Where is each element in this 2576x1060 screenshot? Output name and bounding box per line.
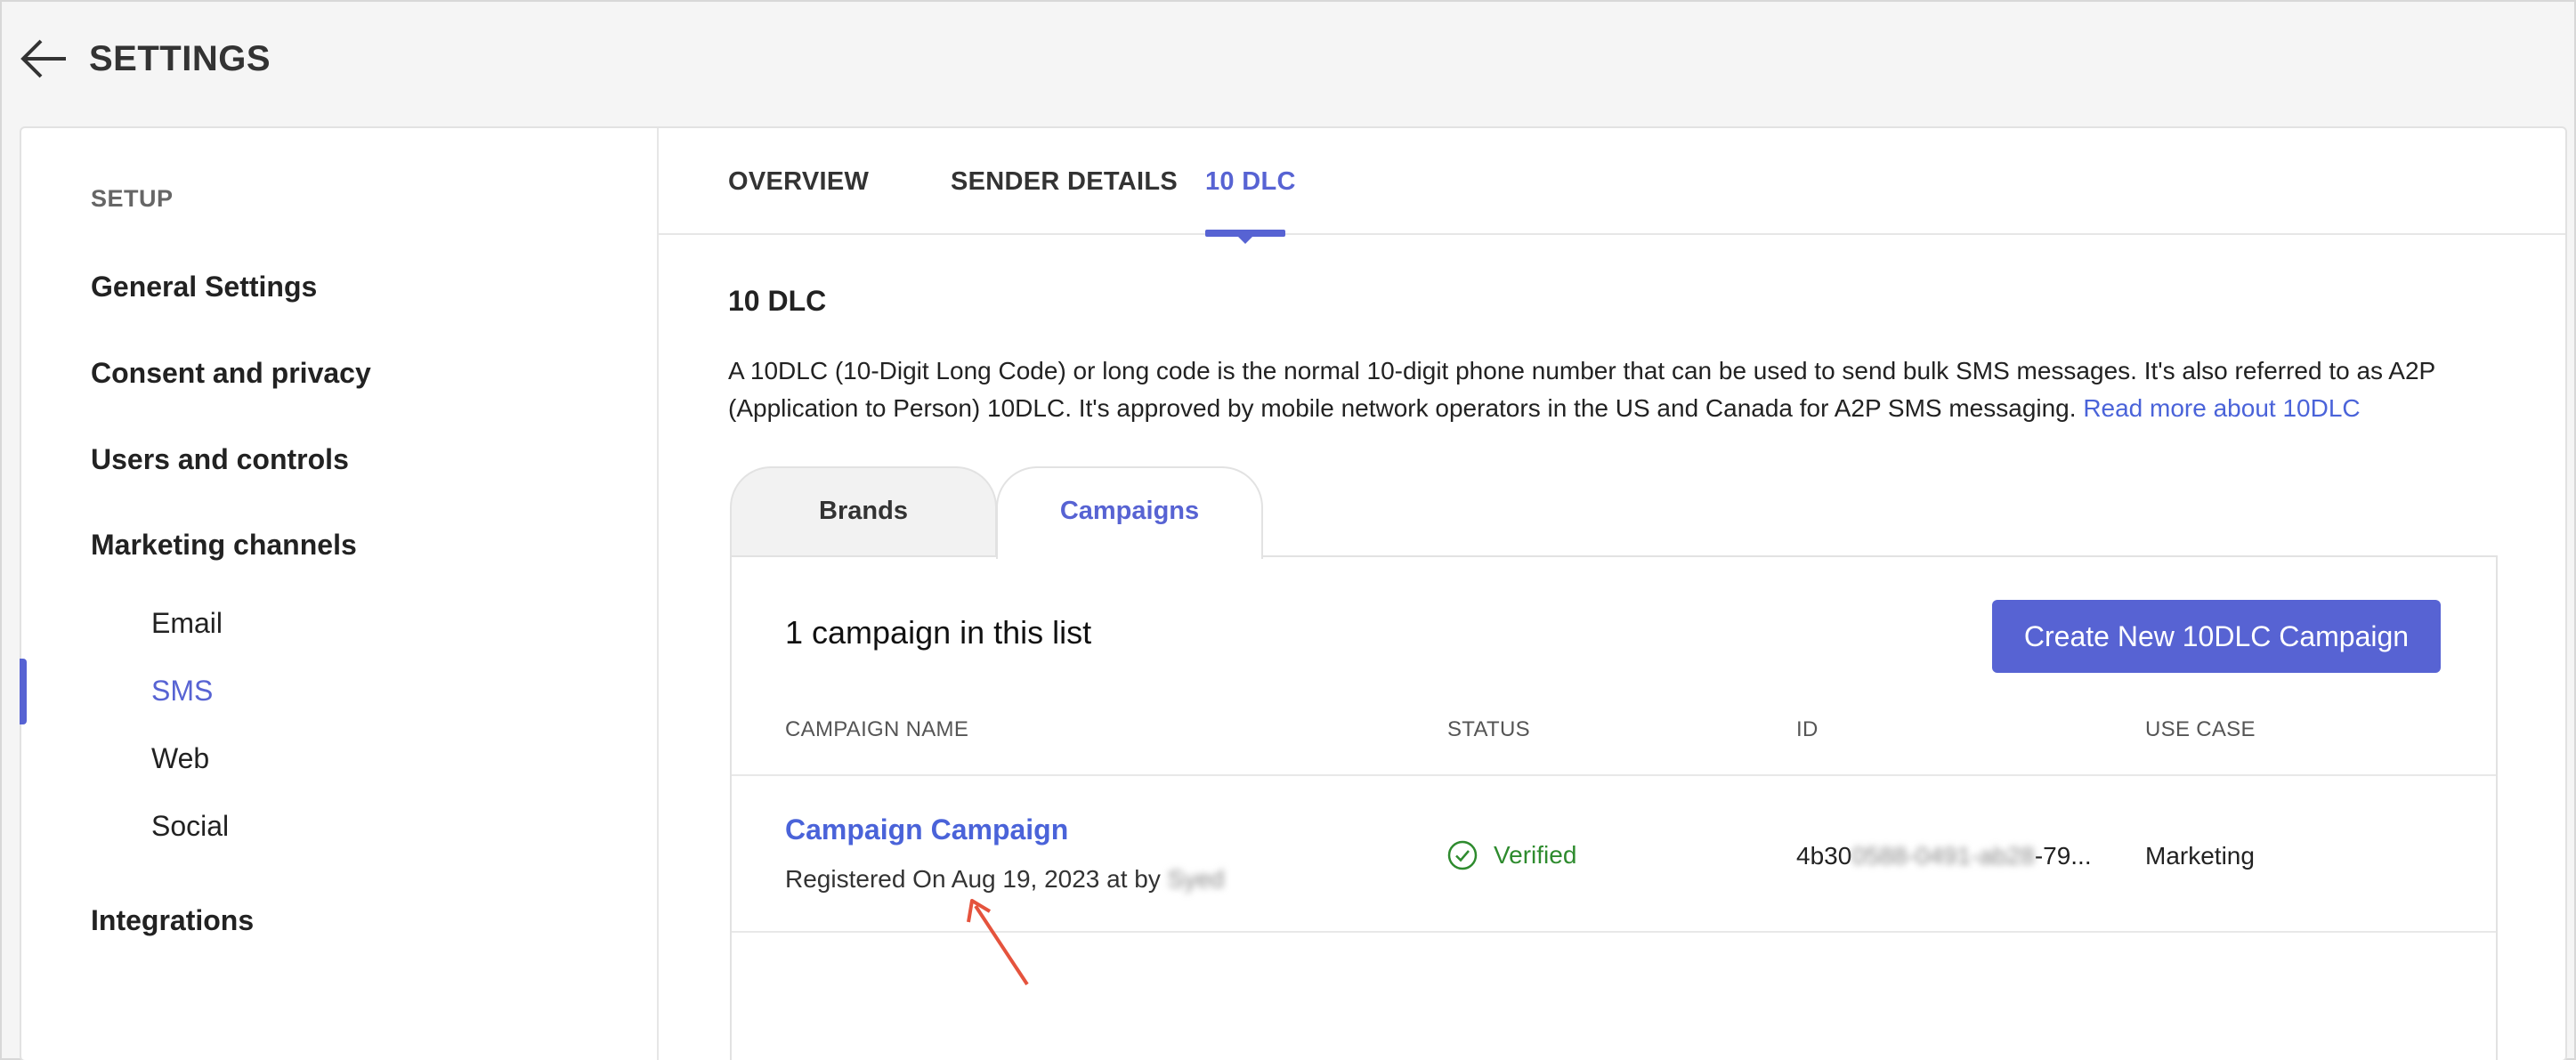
sidebar-item-marketing-channels[interactable]: Marketing channels [91,529,357,562]
section-description: A 10DLC (10-Digit Long Code) or long cod… [728,352,2562,427]
subtab-brands[interactable]: Brands [730,466,997,557]
column-header-status: STATUS [1447,717,1530,741]
tab-overview[interactable]: OVERVIEW [728,167,869,197]
sidebar-heading: SETUP [91,185,174,212]
read-more-link[interactable]: Read more about 10DLC [2083,394,2360,422]
sidebar-item-integrations[interactable]: Integrations [91,904,254,937]
settings-card: SETUP General Settings Consent and priva… [20,126,2567,1060]
campaign-count: 1 campaign in this list [785,614,1092,651]
id-end: -79... [2034,842,2092,870]
column-header-campaign-name: CAMPAIGN NAME [785,717,969,741]
campaign-id: 4b300588-0491-ab28-79... [1796,842,2092,870]
section-title: 10 DLC [728,285,827,317]
status-text: Verified [1494,841,1577,869]
sidebar-item-consent-and-privacy[interactable]: Consent and privacy [91,357,371,390]
id-start: 4b30 [1796,842,1852,870]
tab-10-dlc[interactable]: 10 DLC [1205,167,1296,197]
registered-text: Registered On Aug 19, 2023 at by [785,865,1161,893]
page-title: SETTINGS [89,39,271,78]
sidebar-item-web[interactable]: Web [151,742,209,775]
id-blurred: 0588-0491-ab28 [1851,842,2035,870]
create-campaign-button[interactable]: Create New 10DLC Campaign [1992,600,2441,673]
status-badge: Verified [1447,840,1576,870]
main-content: OVERVIEW SENDER DETAILS 10 DLC 10 DLC A … [659,128,2565,1060]
sidebar-item-general-settings[interactable]: General Settings [91,271,317,303]
settings-page: SETTINGS SETUP General Settings Consent … [0,0,2576,1060]
header-divider [732,774,2496,776]
active-indicator [20,659,27,724]
column-header-use-case: USE CASE [2145,717,2256,741]
check-circle-icon [1447,840,1478,870]
sidebar: SETUP General Settings Consent and priva… [20,128,659,1060]
sidebar-item-social[interactable]: Social [151,810,229,843]
registered-info: Registered On Aug 19, 2023 at by Syed [785,865,1224,894]
sidebar-item-email[interactable]: Email [151,607,223,640]
active-tab-caret [1236,235,1254,244]
sidebar-item-sms[interactable]: SMS [151,675,213,708]
back-arrow-icon[interactable] [20,37,68,80]
campaign-name-link[interactable]: Campaign Campaign [785,813,1068,846]
use-case: Marketing [2145,842,2255,870]
annotation-arrow-icon [967,899,1029,986]
column-header-id: ID [1796,717,1819,741]
sidebar-item-users-and-controls[interactable]: Users and controls [91,443,349,476]
registered-by-blurred: Syed [1167,865,1225,893]
tab-sender-details[interactable]: SENDER DETAILS [951,167,1178,197]
subtab-campaigns[interactable]: Campaigns [996,466,1263,559]
tab-bar: OVERVIEW SENDER DETAILS 10 DLC [659,128,2565,244]
page-header: SETTINGS [2,2,2574,126]
